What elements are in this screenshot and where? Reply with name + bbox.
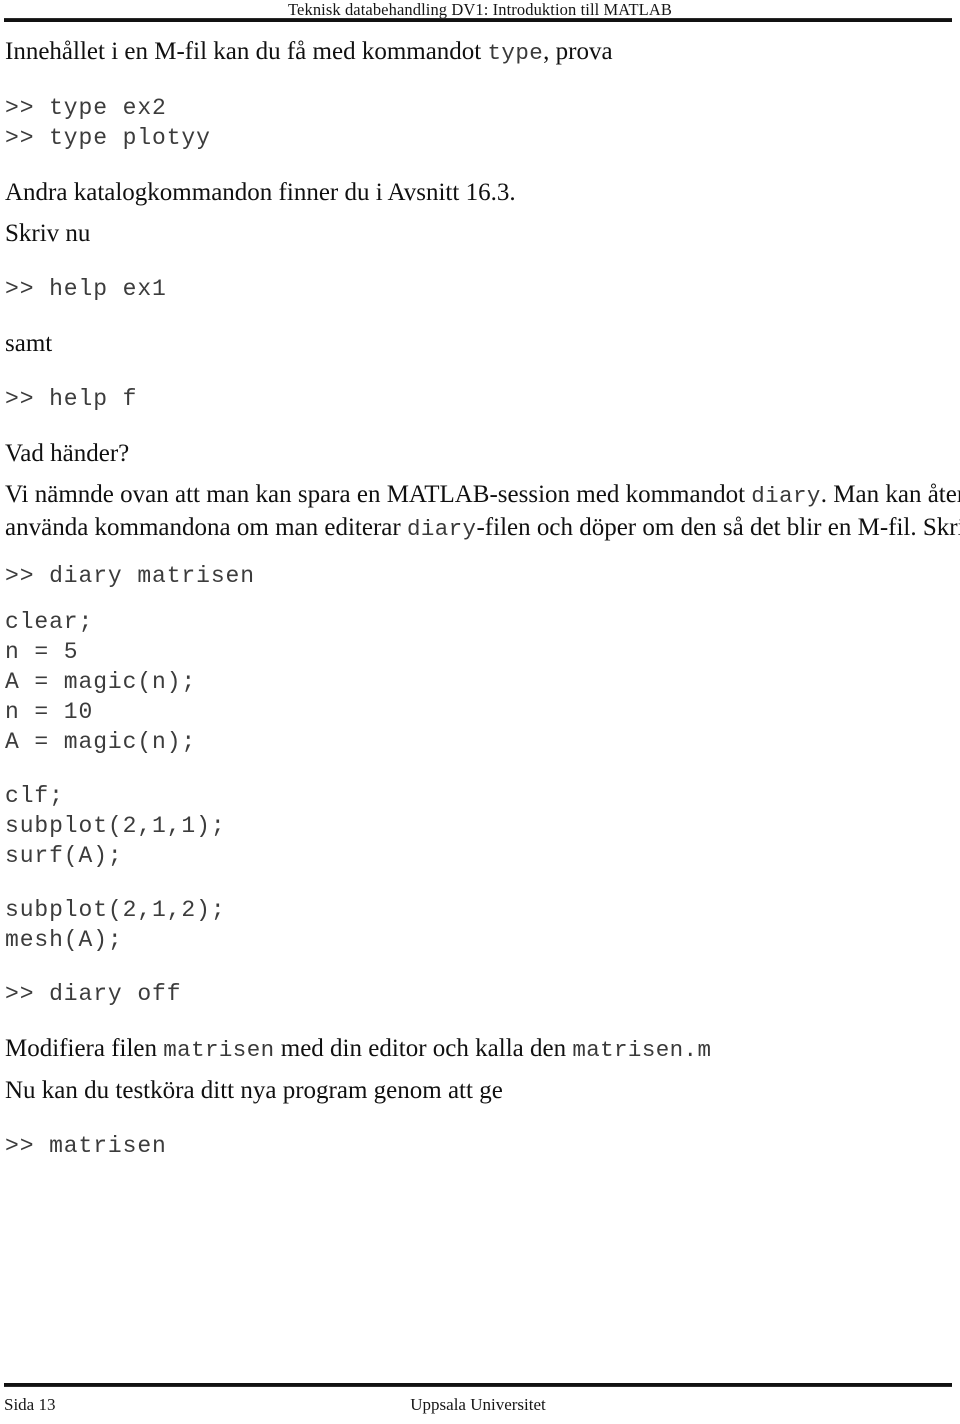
- paragraph-modifiera: Modifiera filen matrisen med din editor …: [5, 1033, 951, 1066]
- intro-text-after: , prova: [543, 38, 613, 65]
- code-block-diary-start: >> diary matrisen: [5, 563, 255, 589]
- header-rule: [4, 18, 952, 22]
- code-block-help-ex1: >> help ex1: [5, 276, 167, 302]
- diary-text-2a: använda kommandona om man editerar: [5, 514, 407, 541]
- inline-code-matrisen-m: matrisen.m: [572, 1037, 712, 1063]
- code-block-plot-2: subplot(2,1,2); mesh(A);: [5, 897, 226, 953]
- running-header: Teknisk databehandling DV1: Introduktion…: [288, 0, 672, 19]
- footer-organization: Uppsala Universitet: [410, 1395, 546, 1414]
- inline-code-diary-1: diary: [751, 483, 821, 509]
- paragraph-samt: samt: [5, 330, 53, 357]
- page-body: Innehållet i en M-fil kan du få med komm…: [5, 36, 960, 1161]
- diary-text-1b: . Man kan åter-: [820, 481, 960, 508]
- modifiera-text-b: med din editor och kalla den: [274, 1035, 573, 1062]
- inline-code-diary-2: diary: [406, 516, 477, 542]
- code-block-help-f: >> help f: [5, 386, 138, 412]
- diary-text-2b: -filen och döper om den så det blir en M…: [476, 514, 960, 541]
- page-footer: Sida 13 Uppsala Universitet: [4, 1395, 952, 1421]
- code-block-matrix: clear; n = 5 A = magic(n); n = 10 A = ma…: [5, 609, 197, 755]
- document-page: Teknisk databehandling DV1: Introduktion…: [0, 0, 960, 1424]
- inline-code-matrisen: matrisen: [163, 1037, 275, 1063]
- code-block-diary-off: >> diary off: [5, 981, 182, 1007]
- paragraph-diary-line1: Vi nämnde ovan att man kan spara en MATL…: [5, 479, 960, 512]
- inline-code-type: type: [487, 40, 544, 66]
- intro-text-before: Innehållet i en M-fil kan du få med komm…: [5, 38, 488, 65]
- code-block-type: >> type ex2 >> type plotyy: [5, 95, 211, 151]
- modifiera-text-a: Modifiera filen: [5, 1035, 164, 1062]
- diary-text-1a: Vi nämnde ovan att man kan spara en MATL…: [5, 481, 752, 508]
- paragraph-avsnitt: Andra katalogkommandon finner du i Avsni…: [5, 179, 516, 206]
- paragraph-skriv-nu: Skriv nu: [5, 220, 91, 247]
- paragraph-testkora: Nu kan du testköra ditt nya program geno…: [5, 1077, 503, 1104]
- paragraph-intro: Innehållet i en M-fil kan du få med komm…: [5, 36, 951, 69]
- footer-rule: [4, 1383, 952, 1387]
- code-block-plot-1: clf; subplot(2,1,1); surf(A);: [5, 783, 226, 869]
- paragraph-vad-hander: Vad händer?: [5, 440, 130, 467]
- code-block-matrisen: >> matrisen: [5, 1133, 167, 1159]
- paragraph-diary-line2: använda kommandona om man editerar diary…: [5, 512, 960, 545]
